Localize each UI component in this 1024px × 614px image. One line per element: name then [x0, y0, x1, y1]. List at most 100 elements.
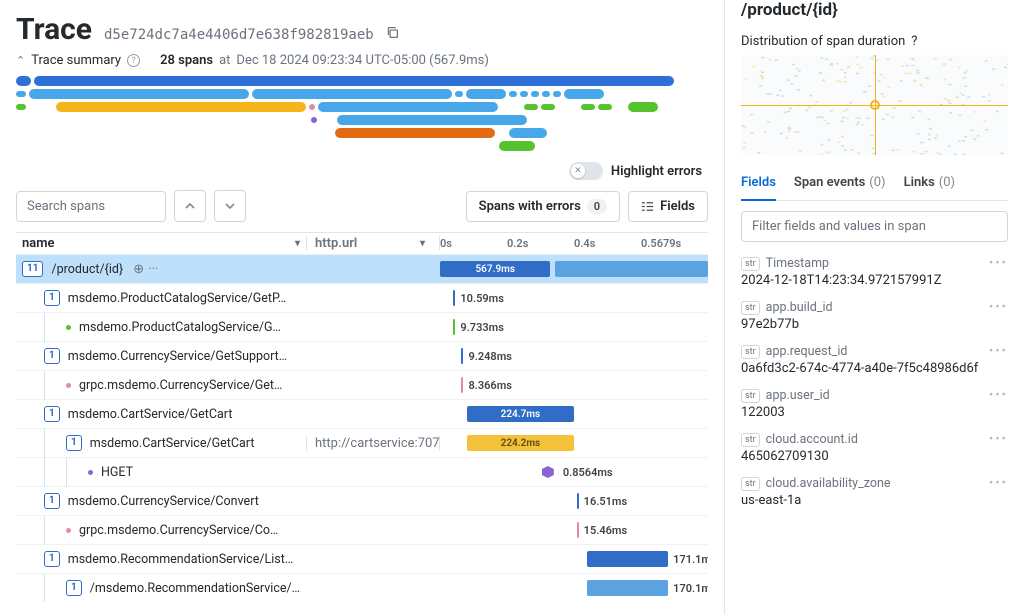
more-icon[interactable]: ••• [989, 388, 1008, 403]
span-row[interactable]: grpc.msdemo.CurrencyService/Co…15.46ms [16, 515, 708, 544]
span-name: msdemo.ProductCatalogService/GetP… [68, 291, 287, 306]
more-icon[interactable]: ••• [989, 344, 1008, 359]
spans-with-errors-button[interactable]: Spans with errors 0 [466, 191, 620, 222]
span-row[interactable]: msdemo.ProductCatalogService/G…9.733ms [16, 312, 708, 341]
child-count-badge[interactable]: 1 [66, 580, 82, 596]
span-row[interactable]: 11/product/{id}⊕···567.9ms [16, 254, 708, 283]
span-name: msdemo.CurrencyService/GetSupport… [68, 349, 287, 364]
tab-links[interactable]: Links(0) [904, 169, 956, 200]
filter-fields-input[interactable]: Filter fields and values in span [741, 211, 1008, 242]
type-badge: str [741, 257, 760, 271]
highlight-errors-toggle[interactable]: ✕ [569, 162, 603, 180]
col-name-header[interactable]: name▾ [16, 236, 306, 251]
field-item[interactable]: strcloud.availability_zone•••us-east-1a [741, 476, 1008, 508]
copy-icon[interactable] [386, 26, 399, 39]
span-count: 28 spans [160, 53, 213, 68]
trace-id: d5e724dc7a4e4406d7e638f982819aeb [104, 27, 374, 43]
more-icon[interactable]: ••• [989, 476, 1008, 491]
field-list: str Timestamp ••• 2024-12-18T14:23:34.97215… [741, 256, 1008, 602]
trace-title: Trace [16, 12, 92, 47]
distribution-label: Distribution of span duration [741, 34, 905, 49]
span-row[interactable]: 1 msdemo.CartService/GetCart http://cartse… [16, 428, 708, 457]
more-icon[interactable]: ··· [148, 262, 158, 277]
field-value: 122003 [741, 405, 1008, 420]
span-name: msdemo.RecommendationService/List… [68, 552, 293, 567]
service-dot-icon [66, 383, 71, 388]
summary-label: Trace summary [31, 53, 121, 68]
type-badge: str [741, 477, 760, 491]
field-value: 97e2b77b [741, 317, 1008, 332]
time-axis: 0s0.2s0.4s0.5679s [440, 237, 708, 250]
http-url-cell: http://cartservice:7070/… [306, 436, 440, 451]
help-icon[interactable]: ? [127, 54, 140, 67]
field-key: cloud.availability_zone [766, 476, 891, 491]
span-name: /msdemo.RecommendationService/… [90, 581, 300, 596]
child-count-badge[interactable]: 11 [22, 261, 43, 277]
service-dot-icon [66, 528, 71, 533]
next-match-button[interactable] [214, 190, 246, 222]
help-icon[interactable]: ? [911, 34, 917, 49]
span-row[interactable]: grpc.msdemo.CurrencyService/Get…8.366ms [16, 370, 708, 399]
child-count-badge[interactable]: 1 [44, 290, 60, 306]
span-name: msdemo.CurrencyService/Convert [68, 494, 259, 509]
tab-fields[interactable]: Fields [741, 169, 776, 201]
span-name: msdemo.CartService/GetCart [68, 407, 233, 422]
service-dot-icon [66, 325, 71, 330]
more-icon[interactable]: ••• [989, 256, 1008, 271]
tab-span-events[interactable]: Span events(0) [794, 169, 886, 200]
span-name: /product/{id} [51, 262, 123, 277]
child-count-badge[interactable]: 1 [44, 348, 60, 364]
span-row[interactable]: 1msdemo.RecommendationService/List…171.1… [16, 544, 708, 573]
child-count-badge[interactable]: 1 [44, 493, 60, 509]
trace-header: Trace d5e724dc7a4e4406d7e638f982819aeb [16, 12, 708, 47]
db-op-icon [542, 466, 554, 478]
span-table: name▾ http.url▾ 0s0.2s0.4s0.5679s 11/pro… [16, 232, 708, 602]
type-badge: str [741, 389, 760, 403]
child-count-badge[interactable]: 1 [44, 406, 60, 422]
span-row[interactable]: 1msdemo.CurrencyService/GetSupport…9.248… [16, 341, 708, 370]
span-row[interactable]: 1msdemo.CartService/GetCart224.7ms [16, 399, 708, 428]
field-item[interactable]: str Timestamp ••• 2024-12-18T14:23:34.97215… [741, 256, 1008, 288]
trace-summary[interactable]: ⌃ Trace summary ? 28 spans at Dec 18 202… [16, 53, 708, 68]
waterfall-overview[interactable] [16, 76, 676, 154]
span-name: grpc.msdemo.CurrencyService/Get… [79, 378, 282, 393]
span-detail-title: /product/{id} [741, 0, 1008, 20]
field-item[interactable]: str cloud.account.id ••• 465062709130 [741, 432, 1008, 464]
type-badge: str [741, 345, 760, 359]
child-count-badge[interactable]: 1 [66, 435, 82, 451]
error-count-badge: 0 [587, 199, 607, 214]
child-count-badge[interactable]: 1 [44, 551, 60, 567]
more-icon[interactable]: ••• [989, 432, 1008, 447]
distribution-chart[interactable] [741, 55, 1008, 155]
span-row[interactable]: HGET0.8564ms [16, 457, 708, 486]
type-badge: str [741, 301, 760, 315]
field-item[interactable]: strapp.request_id•••0a6fd3c2-674c-4774-a… [741, 344, 1008, 376]
span-row[interactable]: 1msdemo.ProductCatalogService/GetP…10.59… [16, 283, 708, 312]
span-name: msdemo.CartService/GetCart [90, 436, 255, 451]
field-item[interactable]: str app.user_id ••• 122003 [741, 388, 1008, 420]
field-key: Timestamp [766, 256, 829, 271]
field-key: cloud.account.id [766, 432, 858, 447]
chevron-down-icon: ▾ [420, 238, 431, 249]
field-item[interactable]: str app.build_id ••• 97e2b77b [741, 300, 1008, 332]
highlight-errors-label: Highlight errors [611, 164, 702, 179]
field-key: app.request_id [766, 344, 848, 359]
fields-button[interactable]: Fields [628, 191, 708, 222]
span-row[interactable]: 1/msdemo.RecommendationService/…170.1ms [16, 573, 708, 602]
magnify-icon[interactable]: ⊕ [133, 262, 144, 277]
col-url-header[interactable]: http.url▾ [306, 236, 440, 251]
field-key: app.build_id [766, 300, 833, 315]
span-name: msdemo.ProductCatalogService/G… [79, 320, 281, 335]
type-badge: str [741, 433, 760, 447]
field-key: app.user_id [766, 388, 830, 403]
chevron-down-icon: ▾ [295, 238, 306, 249]
prev-match-button[interactable] [174, 190, 206, 222]
field-value: 2024-12-18T14:23:34.972157991Z [741, 273, 1008, 288]
summary-timestamp: Dec 18 2024 09:23:34 UTC-05:00 (567.9ms) [236, 53, 489, 68]
field-value: 465062709130 [741, 449, 1008, 464]
span-name: grpc.msdemo.CurrencyService/Co… [79, 523, 278, 538]
search-spans-input[interactable]: Search spans [16, 191, 166, 222]
chevron-up-icon: ⌃ [16, 54, 25, 67]
span-row[interactable]: 1msdemo.CurrencyService/Convert16.51ms [16, 486, 708, 515]
more-icon[interactable]: ••• [989, 300, 1008, 315]
